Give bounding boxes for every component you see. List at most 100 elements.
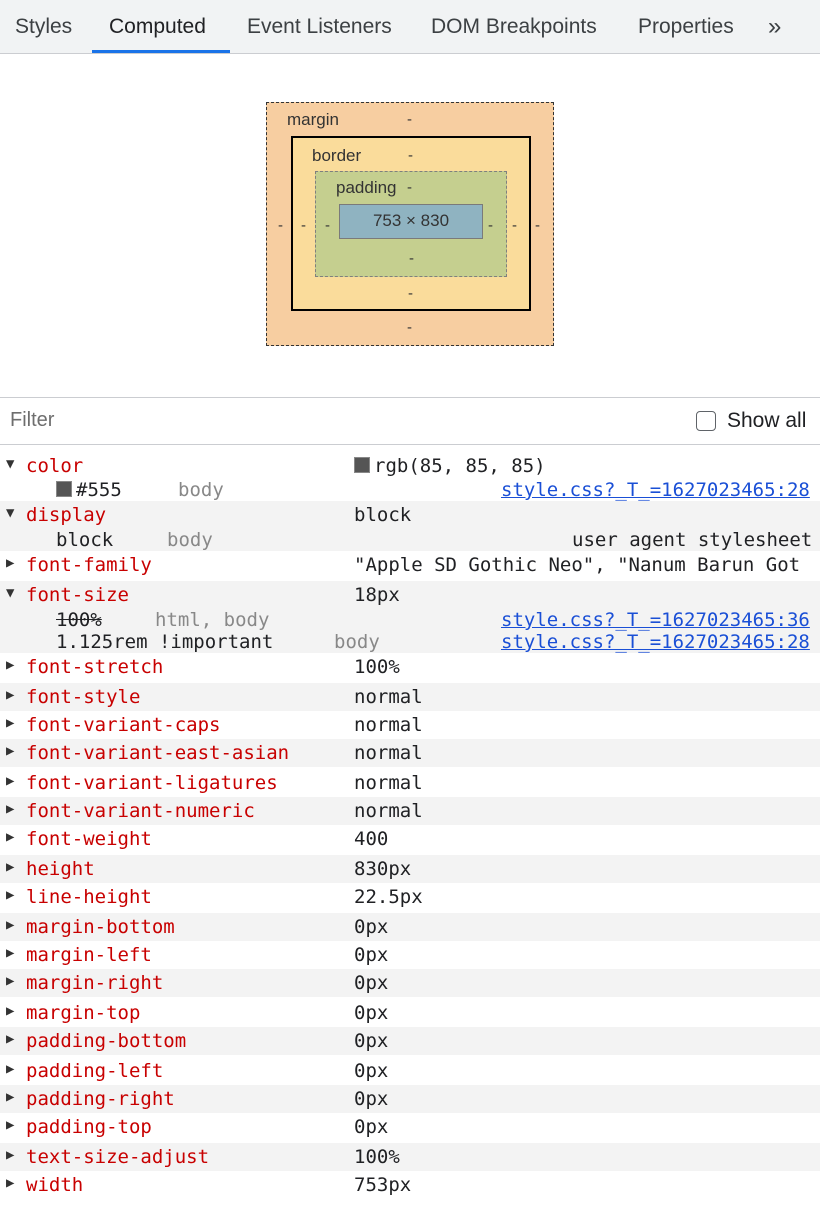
property-name: font-weight [26,828,152,850]
property-row-font-variant-caps[interactable]: ▶ font-variant-caps normal [0,711,820,739]
collapsed-triangle-icon[interactable]: ▶ [6,687,14,703]
collapsed-triangle-icon[interactable]: ▶ [6,945,14,961]
trace-source-link[interactable]: style.css?_T_=1627023465:28 [501,631,810,653]
expanded-triangle-icon[interactable]: ▼ [6,505,14,521]
property-value: 100% [354,1146,400,1168]
property-row-color[interactable]: ▼ color rgb(85, 85, 85) [0,452,820,480]
border-right-value[interactable]: - [512,217,517,234]
trace-source-link[interactable]: style.css?_T_=1627023465:36 [501,609,810,631]
border-bottom-value[interactable]: - [408,285,413,302]
property-row-margin-left[interactable]: ▶ margin-left 0px [0,941,820,969]
trace-source: user agent stylesheet [572,529,813,551]
border-top-value[interactable]: - [408,147,413,164]
tab-event-listeners[interactable]: Event Listeners [247,0,392,53]
collapsed-triangle-icon[interactable]: ▶ [6,917,14,933]
property-row-font-size[interactable]: ▼ font-size 18px [0,581,820,609]
active-tab-indicator [92,50,230,53]
expanded-triangle-icon[interactable]: ▼ [6,585,14,601]
collapsed-triangle-icon[interactable]: ▶ [6,715,14,731]
collapsed-triangle-icon[interactable]: ▶ [6,801,14,817]
box-model-border[interactable]: border - - - - padding - - - - 753 × 830 [291,136,531,311]
padding-top-value[interactable]: - [407,179,412,196]
property-row-text-size-adjust[interactable]: ▶ text-size-adjust 100% [0,1143,820,1171]
trace-selector: html, body [155,609,270,631]
collapsed-triangle-icon[interactable]: ▶ [6,1147,14,1163]
collapsed-triangle-icon[interactable]: ▶ [6,973,14,989]
tab-properties[interactable]: Properties [638,0,734,53]
property-trace-row: #555 body style.css?_T_=1627023465:28 [0,479,820,501]
box-model-padding[interactable]: padding - - - - 753 × 830 [315,171,507,277]
property-name: width [26,1174,84,1196]
collapsed-triangle-icon[interactable]: ▶ [6,1003,14,1019]
devtools-tab-bar: Styles Computed Event Listeners DOM Brea… [0,0,820,54]
property-name: font-variant-east-asian [26,742,290,764]
trace-value: 1.125rem !important [56,631,274,653]
collapsed-triangle-icon[interactable]: ▶ [6,859,14,875]
trace-source-link[interactable]: style.css?_T_=1627023465:28 [501,479,810,501]
property-row-font-variant-ligatures[interactable]: ▶ font-variant-ligatures normal [0,769,820,797]
padding-bottom-value[interactable]: - [409,250,414,267]
property-name: font-family [26,554,152,576]
margin-right-value[interactable]: - [535,217,540,234]
property-name: text-size-adjust [26,1146,210,1168]
collapsed-triangle-icon[interactable]: ▶ [6,773,14,789]
collapsed-triangle-icon[interactable]: ▶ [6,1061,14,1077]
property-row-padding-left[interactable]: ▶ padding-left 0px [0,1057,820,1085]
show-all-label[interactable]: Show all [727,409,806,433]
property-row-line-height[interactable]: ▶ line-height 22.5px [0,883,820,911]
show-all-checkbox[interactable] [696,411,716,431]
margin-label: margin [287,110,339,129]
margin-top-value[interactable]: - [407,111,412,128]
property-row-width[interactable]: ▶ width 753px [0,1171,820,1199]
padding-left-value[interactable]: - [325,217,330,234]
property-row-padding-right[interactable]: ▶ padding-right 0px [0,1085,820,1113]
padding-right-value[interactable]: - [488,217,493,234]
filter-input[interactable]: Filter [10,409,54,432]
box-model-content-size[interactable]: 753 × 830 [339,204,483,239]
property-row-font-family[interactable]: ▶ font-family "Apple SD Gothic Neo", "Na… [0,551,820,579]
property-row-padding-top[interactable]: ▶ padding-top 0px [0,1113,820,1141]
property-row-margin-top[interactable]: ▶ margin-top 0px [0,999,820,1027]
property-value: normal [354,714,423,736]
property-name: font-style [26,686,141,708]
property-row-padding-bottom[interactable]: ▶ padding-bottom 0px [0,1027,820,1055]
tab-dom-breakpoints[interactable]: DOM Breakpoints [431,0,597,53]
filter-bar: Filter Show all [0,397,820,445]
collapsed-triangle-icon[interactable]: ▶ [6,1117,14,1133]
margin-bottom-value[interactable]: - [407,319,412,336]
color-swatch-icon[interactable] [56,481,72,497]
property-value: 22.5px [354,886,423,908]
property-row-display[interactable]: ▼ display block [0,501,820,529]
property-row-font-variant-numeric[interactable]: ▶ font-variant-numeric normal [0,797,820,825]
collapsed-triangle-icon[interactable]: ▶ [6,887,14,903]
property-row-font-style[interactable]: ▶ font-style normal [0,683,820,711]
property-name: font-variant-numeric [26,800,255,822]
border-left-value[interactable]: - [301,217,306,234]
collapsed-triangle-icon[interactable]: ▶ [6,1031,14,1047]
color-swatch-icon[interactable] [354,457,370,473]
property-row-font-weight[interactable]: ▶ font-weight 400 [0,825,820,853]
property-row-margin-right[interactable]: ▶ margin-right 0px [0,969,820,997]
property-value: 0px [354,916,389,938]
collapsed-triangle-icon[interactable]: ▶ [6,1175,14,1191]
collapsed-triangle-icon[interactable]: ▶ [6,1089,14,1105]
property-row-height[interactable]: ▶ height 830px [0,855,820,883]
expanded-triangle-icon[interactable]: ▼ [6,456,14,472]
collapsed-triangle-icon[interactable]: ▶ [6,829,14,845]
margin-left-value[interactable]: - [278,217,283,234]
property-row-font-variant-east-asian[interactable]: ▶ font-variant-east-asian normal [0,739,820,767]
collapsed-triangle-icon[interactable]: ▶ [6,743,14,759]
tab-computed[interactable]: Computed [109,0,206,53]
tab-styles[interactable]: Styles [15,0,72,53]
collapsed-triangle-icon[interactable]: ▶ [6,657,14,673]
collapsed-triangle-icon[interactable]: ▶ [6,555,14,571]
property-name: line-height [26,886,152,908]
property-row-margin-bottom[interactable]: ▶ margin-bottom 0px [0,913,820,941]
more-tabs-chevron-icon[interactable]: » [768,0,781,53]
trace-selector: body [334,631,380,653]
property-row-font-stretch[interactable]: ▶ font-stretch 100% [0,653,820,681]
property-value: normal [354,742,423,764]
property-name: padding-right [26,1088,175,1110]
trace-selector: body [167,529,213,551]
box-model-margin[interactable]: margin - - - - border - - - - padding - … [266,102,554,346]
